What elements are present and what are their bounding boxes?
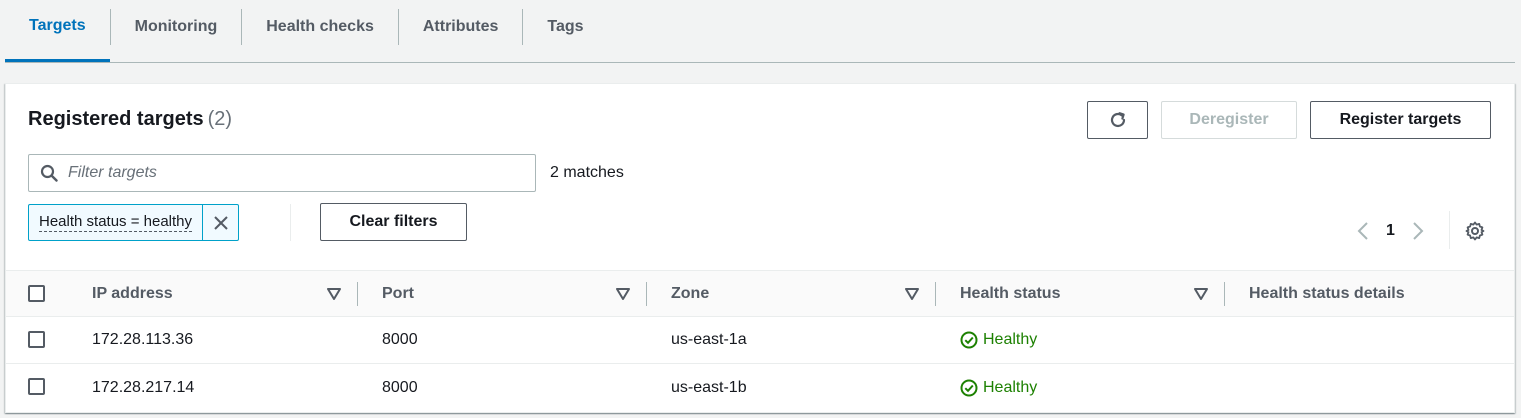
column-header-ip-address[interactable]: IP address [92, 271, 173, 316]
filter-token: Health status = healthy [28, 204, 240, 241]
ip-address-cell: 172.28.217.14 [92, 378, 195, 396]
tab-targets[interactable]: Targets [5, 0, 110, 62]
filter-input[interactable] [68, 164, 508, 182]
targets-table: IP address Port Zone Health status Healt… [6, 270, 1514, 411]
health-status-cell: Healthy [960, 317, 1037, 363]
health-status-cell: Healthy [960, 364, 1037, 411]
refresh-button[interactable] [1087, 101, 1148, 139]
table-header: IP address Port Zone Health status Healt… [6, 270, 1514, 317]
filter-token-label[interactable]: Health status = healthy [29, 205, 202, 240]
status-badge: Healthy [960, 331, 1037, 349]
next-page-button[interactable] [1405, 218, 1431, 244]
chevron-left-icon [1357, 222, 1368, 240]
column-divider[interactable] [357, 282, 358, 306]
pagination-divider [1449, 211, 1450, 249]
refresh-icon [1110, 112, 1125, 128]
ip-address-cell: 172.28.113.36 [92, 331, 194, 348]
sort-icon[interactable] [905, 287, 919, 301]
current-page[interactable]: 1 [1386, 222, 1395, 240]
zone-cell: us-east-1a [671, 331, 747, 348]
column-header-zone[interactable]: Zone [671, 271, 709, 316]
check-circle-icon [960, 379, 978, 396]
search-icon [40, 164, 58, 182]
sort-icon[interactable] [327, 287, 341, 301]
target-count: (2) [207, 108, 233, 130]
previous-page-button[interactable] [1350, 218, 1376, 244]
match-count: 2 matches [550, 164, 624, 181]
row-checkbox[interactable] [28, 378, 45, 395]
tab-bar: Targets Monitoring Health checks Attribu… [5, 0, 1515, 63]
port-cell: 8000 [382, 378, 418, 396]
table-row[interactable]: 172.28.217.14 8000 us-east-1b Healthy [6, 364, 1514, 411]
column-header-port[interactable]: Port [382, 271, 414, 316]
column-header-health-status-details[interactable]: Health status details [1249, 271, 1405, 316]
status-badge: Healthy [960, 379, 1037, 397]
column-divider[interactable] [646, 282, 647, 306]
check-circle-icon [960, 331, 978, 349]
deregister-button[interactable]: Deregister [1161, 101, 1297, 139]
sort-icon[interactable] [1194, 287, 1208, 301]
remove-filter-button[interactable] [202, 205, 238, 240]
zone-cell: us-east-1b [671, 378, 747, 396]
tab-tags[interactable]: Tags [523, 0, 607, 62]
tab-attributes[interactable]: Attributes [399, 0, 523, 62]
panel-title: Registered targets (2) [28, 108, 233, 130]
port-cell: 8000 [382, 331, 418, 348]
pagination: 1 [1350, 218, 1431, 244]
close-icon [213, 215, 228, 230]
row-checkbox[interactable] [28, 331, 45, 348]
tab-health-checks[interactable]: Health checks [242, 0, 398, 62]
tab-monitoring[interactable]: Monitoring [111, 0, 242, 62]
chevron-right-icon [1413, 222, 1424, 240]
table-row[interactable]: 172.28.113.36 8000 us-east-1a Healthy [6, 317, 1514, 364]
filter-box [28, 154, 536, 192]
select-all-checkbox[interactable] [28, 285, 45, 302]
column-divider[interactable] [935, 282, 936, 306]
filter-divider [290, 204, 291, 241]
registered-targets-panel: Registered targets (2) Deregister Registe… [5, 83, 1515, 413]
column-header-health-status[interactable]: Health status [960, 271, 1060, 316]
clear-filters-button[interactable]: Clear filters [320, 203, 467, 241]
register-targets-button[interactable]: Register targets [1310, 101, 1491, 139]
gear-icon[interactable] [1464, 220, 1486, 242]
sort-icon[interactable] [616, 287, 630, 301]
column-divider[interactable] [1224, 282, 1225, 306]
